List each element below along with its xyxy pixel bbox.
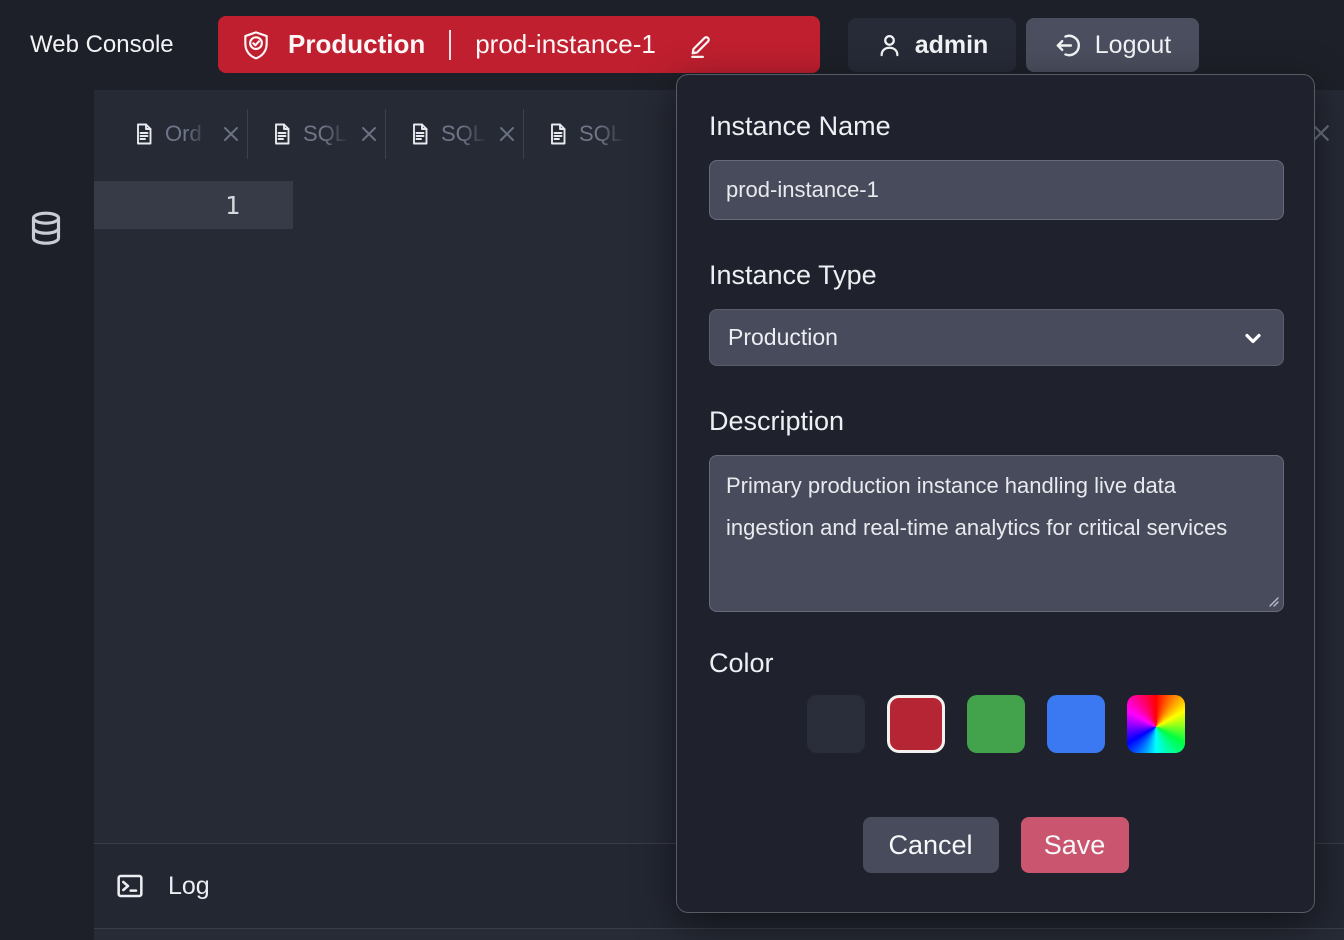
user-name: admin <box>915 31 989 60</box>
file-icon <box>408 121 432 147</box>
database-icon[interactable] <box>26 206 66 252</box>
left-sidebar <box>0 90 94 940</box>
instance-type-label: Instance Type <box>709 260 1282 291</box>
color-field-group: Color <box>709 648 1282 753</box>
color-swatch-green[interactable] <box>967 695 1025 753</box>
description-textarea[interactable]: Primary production instance handling liv… <box>709 455 1284 612</box>
terminal-icon <box>114 869 146 903</box>
instance-name-label: Instance Name <box>709 111 1282 142</box>
tab-label: SQL <box>303 121 349 147</box>
tab-label: Ord <box>165 121 211 147</box>
chevron-down-icon <box>1241 326 1265 350</box>
user-icon <box>876 32 903 59</box>
description-field-group: Description Primary production instance … <box>709 406 1282 612</box>
file-icon <box>132 121 156 147</box>
app-title: Web Console <box>30 0 174 90</box>
user-button[interactable]: admin <box>848 18 1016 72</box>
line-number-gutter: 1 <box>94 181 293 229</box>
resize-handle-icon[interactable] <box>1267 595 1279 607</box>
instance-name-field-group: Instance Name prod-instance-1 <box>709 111 1282 220</box>
logout-button[interactable]: Logout <box>1026 18 1199 72</box>
log-panel-label: Log <box>168 872 210 901</box>
cancel-button[interactable]: Cancel <box>863 817 999 873</box>
color-swatch-blue[interactable] <box>1047 695 1105 753</box>
bottom-strip <box>94 928 1344 940</box>
close-icon[interactable] <box>498 125 516 143</box>
close-icon[interactable] <box>360 125 378 143</box>
shield-check-icon <box>240 28 272 62</box>
color-swatch-default[interactable] <box>807 695 865 753</box>
modal-footer: Cancel Save <box>709 817 1282 873</box>
instance-name-input[interactable]: prod-instance-1 <box>709 160 1284 220</box>
instance-type-value: Production <box>728 324 838 351</box>
edit-instance-modal: Instance Name prod-instance-1 Instance T… <box>676 74 1315 913</box>
tab-sql-2[interactable]: SQL <box>386 90 523 178</box>
tab-sql-1[interactable]: SQL <box>248 90 385 178</box>
color-swatch-row <box>709 695 1282 753</box>
color-swatch-rainbow[interactable] <box>1127 695 1185 753</box>
edit-pencil-icon[interactable] <box>686 30 716 60</box>
instance-type-field-group: Instance Type Production <box>709 260 1282 366</box>
tab-label: SQL <box>441 121 487 147</box>
instance-type-select[interactable]: Production <box>709 309 1284 366</box>
logout-icon <box>1054 31 1083 60</box>
file-icon <box>270 121 294 147</box>
logout-label: Logout <box>1095 31 1171 60</box>
environment-badge[interactable]: Production prod-instance-1 <box>218 16 820 73</box>
close-icon[interactable] <box>222 125 240 143</box>
instance-name-text: prod-instance-1 <box>475 29 656 60</box>
description-label: Description <box>709 406 1282 437</box>
save-button[interactable]: Save <box>1021 817 1129 873</box>
tab-orders[interactable]: Ord <box>110 90 247 178</box>
tab-label: SQL <box>579 121 625 147</box>
color-label: Color <box>709 648 1282 679</box>
line-number: 1 <box>225 191 240 220</box>
environment-name: Production <box>288 29 425 60</box>
color-swatch-red[interactable] <box>887 695 945 753</box>
badge-separator <box>449 30 451 60</box>
file-icon <box>546 121 570 147</box>
